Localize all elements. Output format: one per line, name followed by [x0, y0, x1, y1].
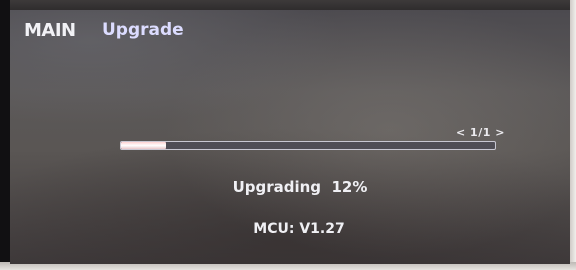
main-menu-button[interactable]: MAIN [24, 20, 76, 41]
page-indicator[interactable]: < 1/1 > [456, 126, 505, 139]
header-bar: MAIN Upgrade [10, 10, 570, 54]
mcu-version-text: MCU: V1.27 [253, 221, 345, 237]
upgrade-progress-bar [120, 141, 496, 150]
photo-frame: MAIN Upgrade < 1/1 > Upgrading 12% MCU: … [0, 0, 576, 270]
bezel-left [0, 0, 10, 270]
upgrade-progress-fill [121, 142, 166, 149]
upgrade-status-text: Upgrading 12% [232, 178, 368, 196]
page-title: Upgrade [102, 20, 184, 40]
device-screen: MAIN Upgrade < 1/1 > Upgrading 12% MCU: … [10, 10, 570, 264]
bezel-right [570, 0, 576, 270]
